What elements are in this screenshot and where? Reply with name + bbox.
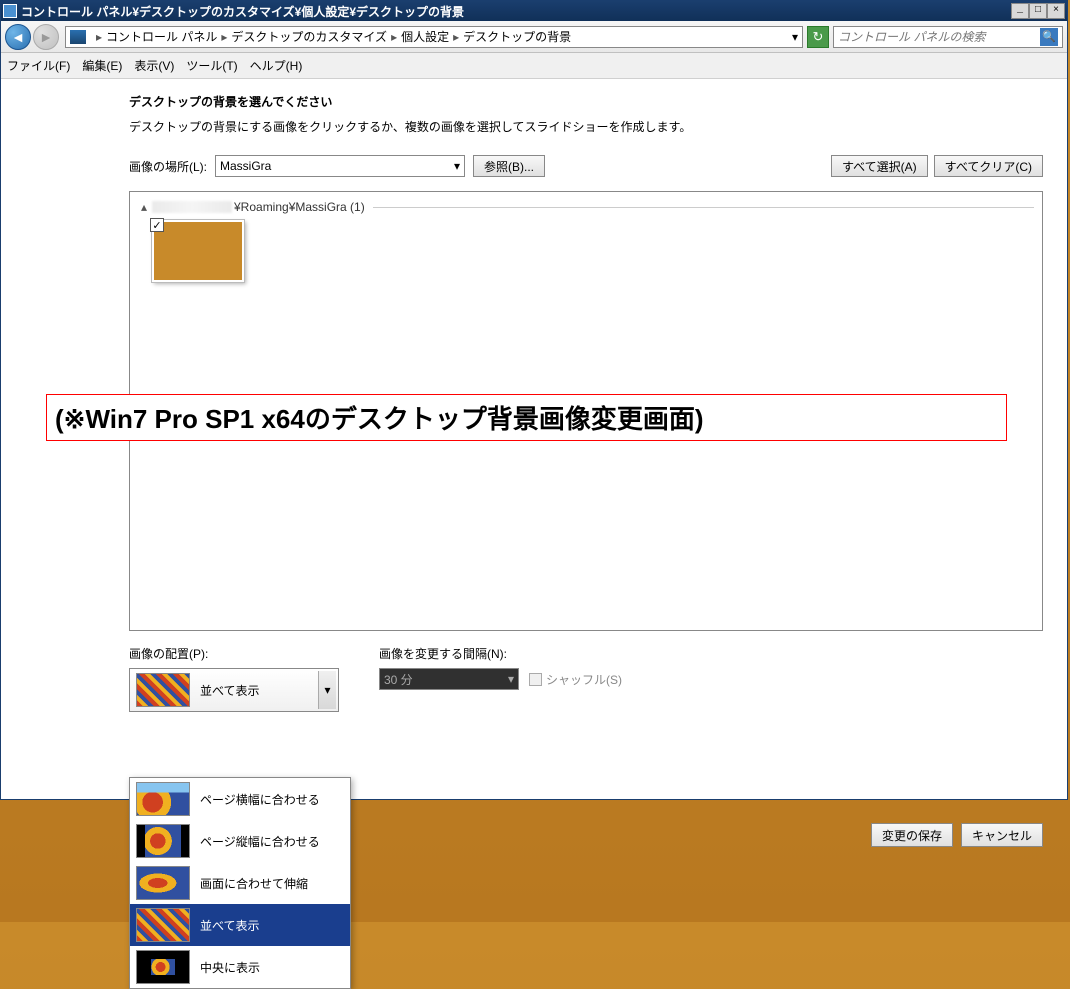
search-box[interactable]: 🔍 [833, 26, 1063, 48]
option-label: 並べて表示 [200, 917, 260, 934]
dropdown-arrow-icon: ▾ [318, 671, 336, 709]
location-value: MassiGra [220, 159, 271, 173]
footer-buttons: 変更の保存 キャンセル [871, 823, 1043, 847]
address-bar[interactable]: ▸ コントロール パネル ▸ デスクトップのカスタマイズ ▸ 個人設定 ▸ デス… [65, 26, 803, 48]
breadcrumb-sep-icon: ▸ [217, 30, 231, 44]
menubar: ファイル(F) 編集(E) 表示(V) ツール(T) ヘルプ(H) [1, 53, 1067, 79]
option-thumb-icon [136, 782, 190, 816]
breadcrumb-item[interactable]: 個人設定 [401, 28, 449, 45]
browse-button[interactable]: 参照(B)... [473, 155, 545, 177]
shuffle-checkbox: シャッフル(S) [529, 671, 622, 688]
forward-button[interactable]: ► [33, 24, 59, 50]
window: コントロール パネル¥デスクトップのカスタマイズ¥個人設定¥デスクトップの背景 … [0, 0, 1068, 800]
placement-option-fit-height[interactable]: ページ縦幅に合わせる [130, 820, 350, 862]
shuffle-label: シャッフル(S) [546, 671, 622, 688]
placement-option-tile[interactable]: 並べて表示 [130, 904, 350, 946]
annotation-overlay: (※Win7 Pro SP1 x64のデスクトップ背景画像変更画面) [46, 394, 1007, 441]
option-label: ページ横幅に合わせる [200, 791, 320, 808]
close-button[interactable]: × [1047, 3, 1065, 19]
placement-option-stretch[interactable]: 画面に合わせて伸縮 [130, 862, 350, 904]
wallpaper-thumbnail[interactable]: ✓ [152, 220, 244, 282]
placement-dropdown: ページ横幅に合わせる ページ縦幅に合わせる 画面に合わせて伸縮 並べて表示 中央… [129, 777, 351, 989]
search-button[interactable]: 🔍 [1040, 28, 1058, 46]
option-label: 中央に表示 [200, 959, 260, 976]
page-heading: デスクトップの背景を選んでください [129, 93, 1043, 110]
titlebar-text: コントロール パネル¥デスクトップのカスタマイズ¥個人設定¥デスクトップの背景 [21, 3, 1011, 20]
placement-thumb-icon [136, 673, 190, 707]
menu-edit[interactable]: 編集(E) [82, 57, 122, 74]
breadcrumb-sep-icon: ▸ [387, 30, 401, 44]
select-all-button[interactable]: すべて選択(A) [831, 155, 928, 177]
dropdown-arrow-icon: ▾ [508, 672, 514, 686]
location-row: 画像の場所(L): MassiGra ▾ 参照(B)... すべて選択(A) す… [129, 155, 1043, 177]
placement-value: 並べて表示 [200, 682, 260, 699]
breadcrumb-item[interactable]: デスクトップのカスタマイズ [231, 28, 387, 45]
breadcrumb-sep-icon: ▸ [92, 30, 106, 44]
option-label: ページ縦幅に合わせる [200, 833, 320, 850]
app-icon [3, 4, 17, 18]
page-subheading: デスクトップの背景にする画像をクリックするか、複数の画像を選択してスライドショー… [129, 118, 1043, 135]
group-header[interactable]: ▴ ¥Roaming¥MassiGra (1) [138, 200, 1034, 214]
refresh-button[interactable]: ↻ [807, 26, 829, 48]
cancel-button[interactable]: キャンセル [961, 823, 1043, 847]
location-label: 画像の場所(L): [129, 158, 207, 175]
breadcrumb-sep-icon: ▸ [449, 30, 463, 44]
option-thumb-icon [136, 824, 190, 858]
navbar: ◄ ► ▸ コントロール パネル ▸ デスクトップのカスタマイズ ▸ 個人設定 … [1, 21, 1067, 53]
option-thumb-icon [136, 866, 190, 900]
group-path: ¥Roaming¥MassiGra (1) [234, 200, 365, 214]
option-thumb-icon [136, 908, 190, 942]
collapse-arrow-icon[interactable]: ▴ [138, 200, 150, 214]
location-select[interactable]: MassiGra ▾ [215, 155, 465, 177]
menu-help[interactable]: ヘルプ(H) [250, 57, 303, 74]
search-input[interactable] [838, 30, 1040, 44]
placement-option-fit-width[interactable]: ページ横幅に合わせる [130, 778, 350, 820]
breadcrumb-item[interactable]: デスクトップの背景 [463, 28, 571, 45]
clear-all-button[interactable]: すべてクリア(C) [934, 155, 1043, 177]
interval-select: 30 分 ▾ [379, 668, 519, 690]
placement-label: 画像の配置(P): [129, 645, 339, 662]
control-panel-icon [70, 30, 86, 44]
option-thumb-icon [136, 950, 190, 984]
breadcrumb-item[interactable]: コントロール パネル [106, 28, 217, 45]
placement-select[interactable]: 並べて表示 ▾ [129, 668, 339, 712]
menu-tools[interactable]: ツール(T) [186, 57, 237, 74]
interval-label: 画像を変更する間隔(N): [379, 645, 622, 662]
group-divider [373, 207, 1034, 208]
back-button[interactable]: ◄ [5, 24, 31, 50]
maximize-button[interactable]: □ [1029, 3, 1047, 19]
redacted-path [152, 201, 232, 213]
placement-option-center[interactable]: 中央に表示 [130, 946, 350, 988]
save-button[interactable]: 変更の保存 [871, 823, 953, 847]
menu-file[interactable]: ファイル(F) [7, 57, 70, 74]
thumbnail-checkbox[interactable]: ✓ [150, 218, 164, 232]
address-dropdown-icon[interactable]: ▾ [792, 30, 798, 44]
content-area: デスクトップの背景を選んでください デスクトップの背景にする画像をクリックするか… [1, 79, 1067, 799]
checkbox-icon [529, 673, 542, 686]
titlebar: コントロール パネル¥デスクトップのカスタマイズ¥個人設定¥デスクトップの背景 … [1, 1, 1067, 21]
minimize-button[interactable]: _ [1011, 3, 1029, 19]
menu-view[interactable]: 表示(V) [134, 57, 174, 74]
interval-value: 30 分 [384, 671, 413, 688]
option-label: 画面に合わせて伸縮 [200, 875, 308, 892]
bottom-controls: 画像の配置(P): 並べて表示 ▾ 画像を変更する間隔(N): 30 分 ▾ [129, 645, 1043, 712]
dropdown-arrow-icon: ▾ [454, 159, 460, 173]
